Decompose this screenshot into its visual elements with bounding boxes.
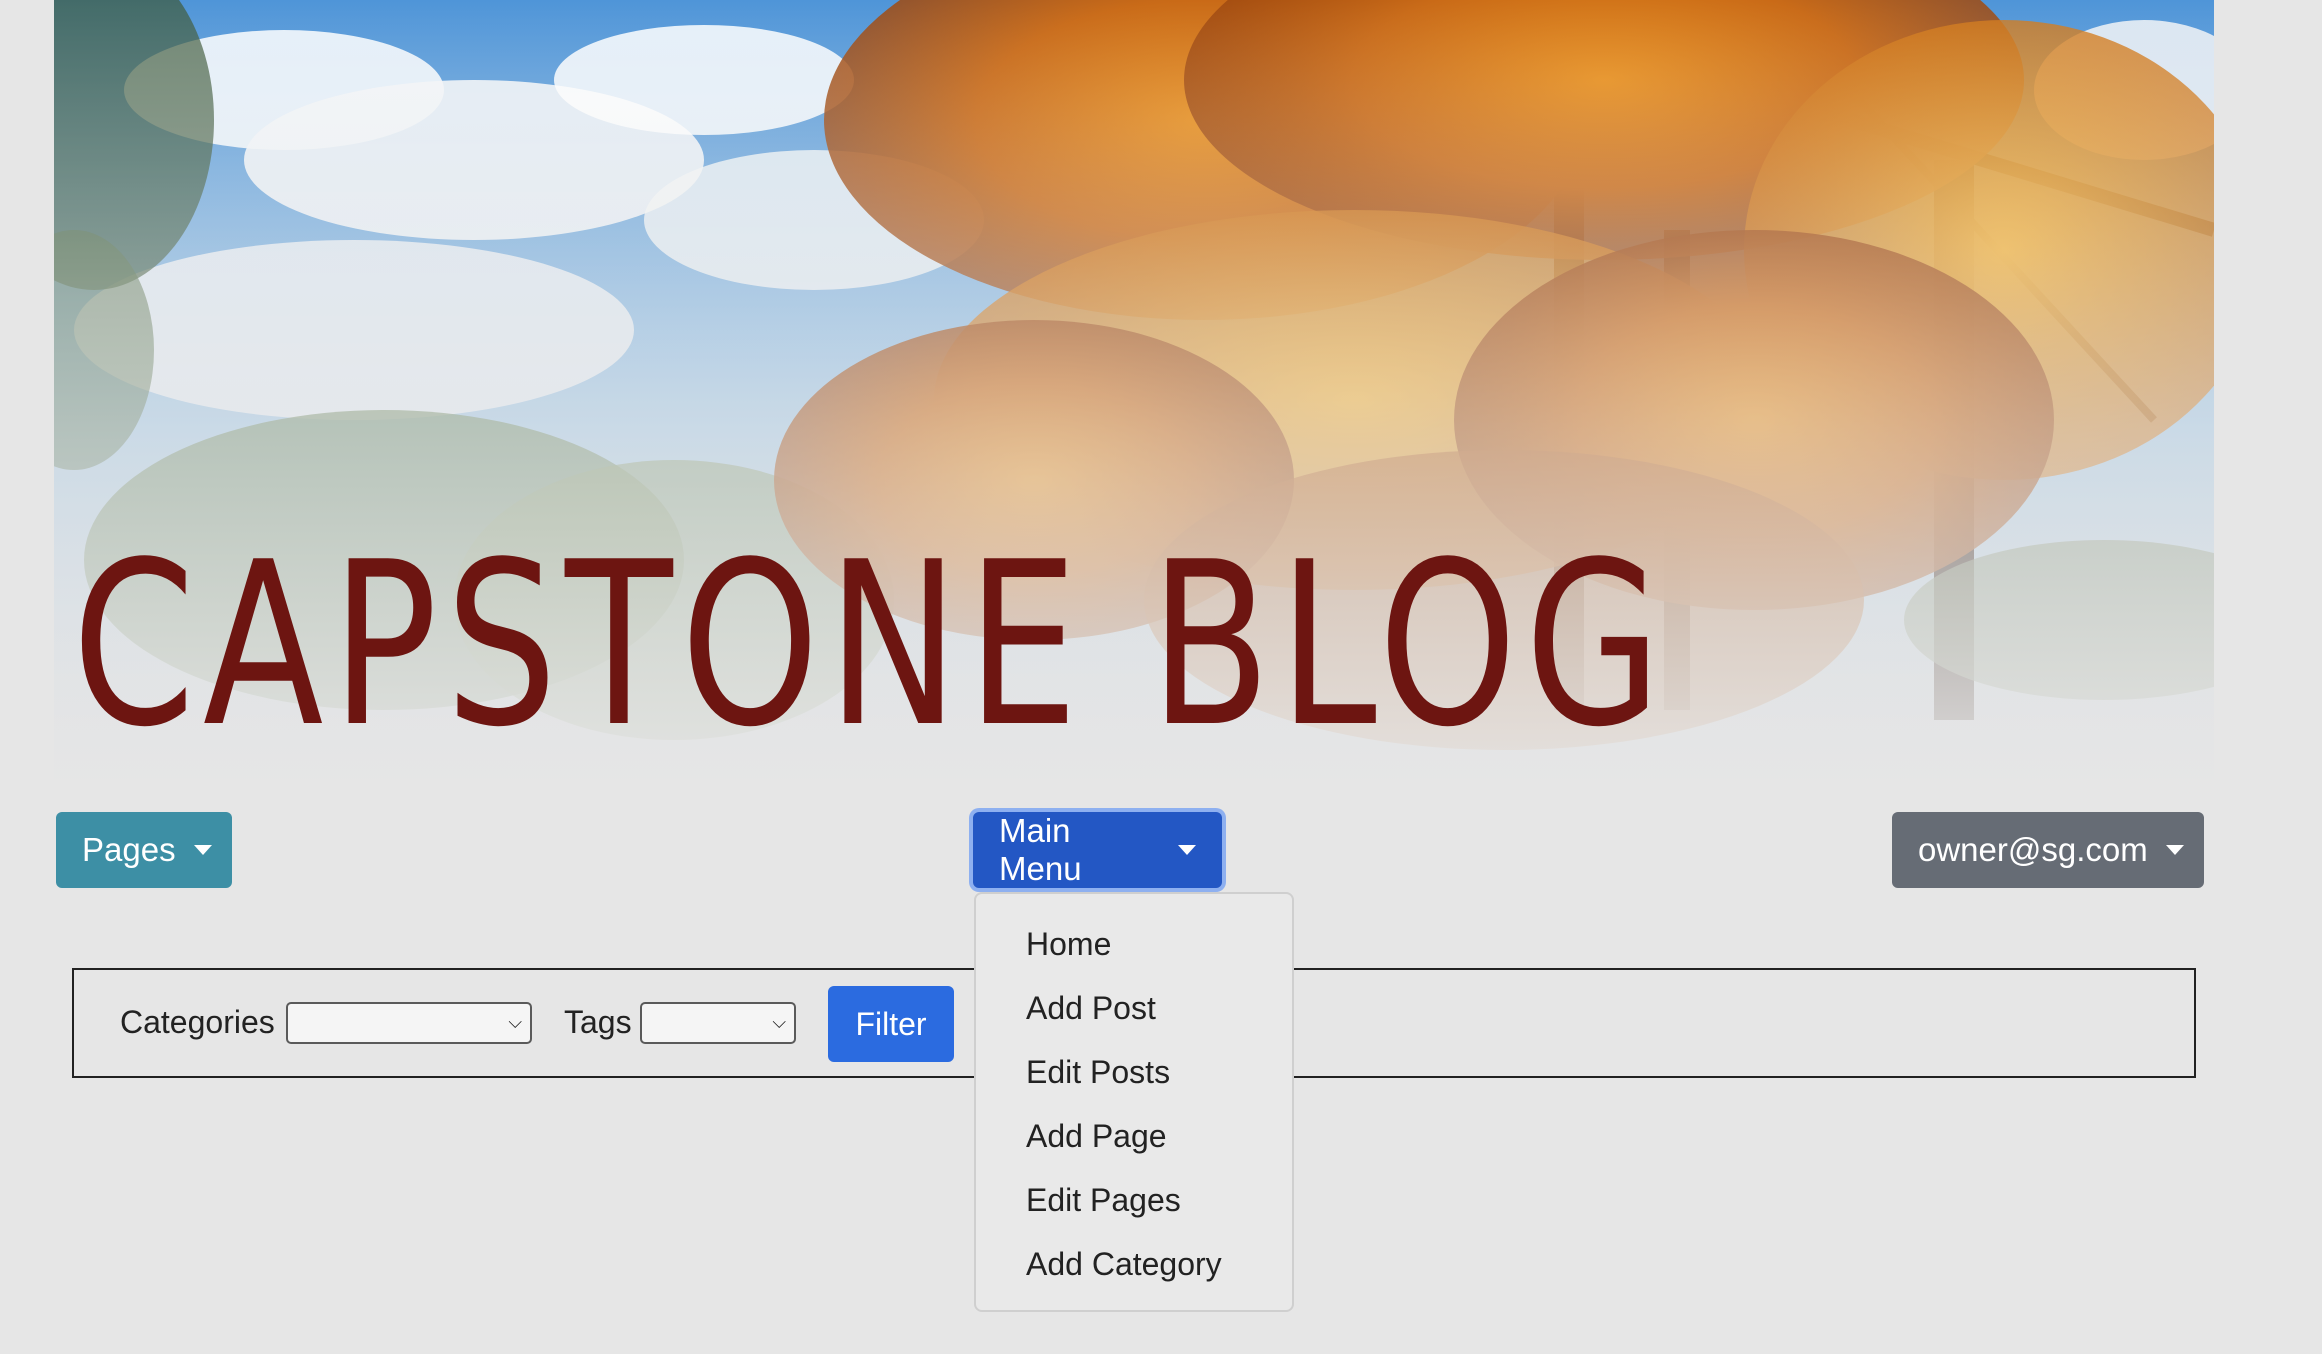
menu-item-add-category[interactable]: Add Category (976, 1232, 1292, 1296)
main-menu-button-label: Main Menu (999, 812, 1082, 887)
caret-down-icon (2165, 845, 2184, 855)
caret-down-icon (193, 845, 212, 855)
menu-item-add-post[interactable]: Add Post (976, 976, 1292, 1040)
pages-button-label: Pages (82, 831, 176, 868)
filter-button[interactable]: Filter (828, 986, 954, 1062)
caret-down-icon (1178, 845, 1196, 855)
user-button-label: owner@sg.com (1918, 831, 2148, 868)
tags-select[interactable]: ⌵ (640, 1002, 796, 1044)
chevron-down-icon: ⌵ (508, 1012, 522, 1032)
menu-item-edit-posts[interactable]: Edit Posts (976, 1040, 1292, 1104)
pages-dropdown-button[interactable]: Pages (56, 812, 232, 888)
main-menu-dropdown: Home Add Post Edit Posts Add Page Edit P… (974, 892, 1294, 1312)
tags-label: Tags (564, 1004, 632, 1040)
categories-select[interactable]: ⌵ (286, 1002, 532, 1044)
main-menu-dropdown-button[interactable]: Main Menu (973, 812, 1222, 888)
menu-item-edit-pages[interactable]: Edit Pages (976, 1168, 1292, 1232)
menu-item-add-page[interactable]: Add Page (976, 1104, 1292, 1168)
categories-label: Categories (120, 1004, 275, 1040)
blog-title: CAPSTONE BLOG (72, 514, 1670, 777)
chevron-down-icon: ⌵ (772, 1012, 786, 1032)
user-account-dropdown-button[interactable]: owner@sg.com (1892, 812, 2204, 888)
header-banner: CAPSTONE BLOG (54, 0, 2214, 779)
menu-item-home[interactable]: Home (976, 912, 1292, 976)
